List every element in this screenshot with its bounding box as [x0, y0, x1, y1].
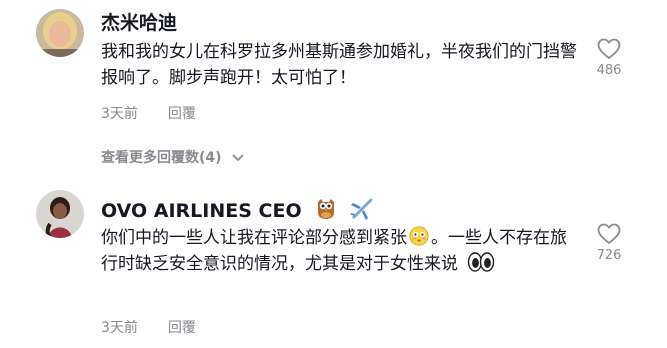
avatar[interactable]	[36, 9, 84, 57]
heart-outline-icon	[597, 223, 621, 244]
airplane-emoji	[349, 198, 373, 220]
heart-outline-icon	[597, 38, 621, 59]
comment-meta: 3天前 回覆	[101, 103, 196, 123]
view-more-label: 查看更多回覆数(4)	[101, 150, 222, 166]
reply-button[interactable]: 回覆	[168, 106, 196, 122]
comment-username[interactable]: 杰米哈迪	[101, 11, 177, 35]
like-count: 486	[596, 63, 622, 78]
chevron-down-icon	[233, 154, 244, 161]
reply-button[interactable]: 回覆	[168, 320, 196, 336]
comment-username[interactable]: OVO AIRLINES CEO	[101, 200, 302, 222]
owl-emoji	[318, 199, 335, 219]
like-count: 726	[596, 248, 622, 263]
flushed-face-emoji	[409, 226, 429, 246]
comment-time: 3天前	[101, 320, 138, 336]
avatar[interactable]	[36, 190, 84, 238]
comment-text: 我和我的女儿在科罗拉多州基斯通参加婚礼，半夜我们的门挡警报响了。脚步声跑开！太可…	[101, 42, 577, 88]
like-button[interactable]: 726	[589, 223, 629, 263]
comment-time: 3天前	[101, 106, 138, 122]
comment-meta: 3天前 回覆	[101, 317, 196, 337]
comment-username-row[interactable]: OVO AIRLINES CEO	[101, 196, 375, 223]
comment-text-part1: 你们中的一些人让我在评论部分感到紧张	[101, 228, 407, 248]
view-more-replies-button[interactable]: 查看更多回覆数(4)	[101, 147, 244, 167]
eyes-emoji	[468, 252, 495, 272]
comment-text: 你们中的一些人让我在评论部分感到紧张 。一些人不存在旅行时缺乏安全意识的情况，尤…	[101, 225, 581, 277]
like-button[interactable]: 486	[589, 38, 629, 78]
avatar-image	[36, 190, 84, 238]
avatar-image	[36, 9, 84, 57]
